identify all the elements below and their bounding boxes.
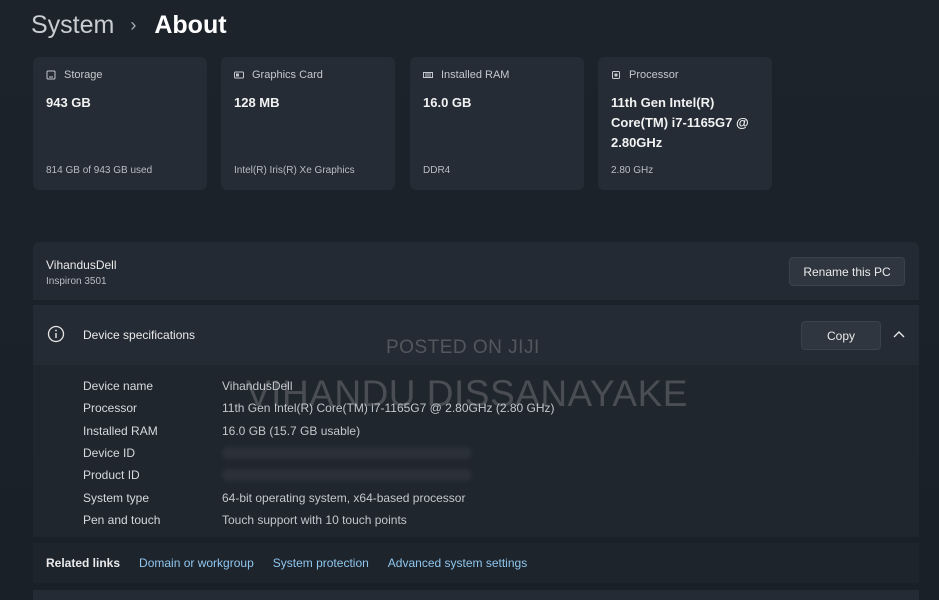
storage-card[interactable]: Storage 943 GB 814 GB of 943 GB used (33, 57, 207, 190)
domain-or-workgroup-link[interactable]: Domain or workgroup (139, 556, 254, 570)
pc-model: Inspiron 3501 (46, 276, 107, 287)
spec-row-system-type: System type 64-bit operating system, x64… (83, 486, 555, 508)
storage-icon (46, 70, 56, 80)
spec-value: Touch support with 10 touch points (222, 512, 407, 527)
card-subtext: DDR4 (423, 165, 451, 176)
rename-pc-button[interactable]: Rename this PC (789, 257, 905, 286)
next-section-edge (33, 590, 919, 600)
spec-label: Installed RAM (83, 423, 158, 438)
ram-card[interactable]: Installed RAM 16.0 GB DDR4 (410, 57, 584, 190)
ram-icon (423, 70, 433, 80)
card-value: 16.0 GB (423, 95, 472, 110)
settings-window: System › About Storage 943 GB 814 GB of … (0, 0, 939, 600)
card-header: Graphics Card (234, 69, 323, 81)
card-value: 11th Gen Intel(R) Core(TM) i7-1165G7 @ 2… (611, 95, 749, 150)
processor-card[interactable]: Processor 11th Gen Intel(R) Core(TM) i7-… (598, 57, 772, 190)
chevron-up-icon[interactable] (893, 329, 905, 339)
card-value: 943 GB (46, 95, 91, 110)
spec-row-pen-and-touch: Pen and touch Touch support with 10 touc… (83, 509, 555, 531)
spec-label: Device name (83, 379, 154, 394)
card-title: Storage (64, 69, 103, 81)
card-header: Installed RAM (423, 69, 509, 81)
pc-name: VihandusDell (46, 258, 117, 272)
graphics-card-icon (234, 70, 244, 80)
card-title: Installed RAM (441, 69, 510, 81)
copy-button[interactable]: Copy (801, 321, 881, 350)
processor-icon (611, 70, 621, 80)
system-protection-link[interactable]: System protection (273, 556, 369, 570)
related-links-label: Related links (46, 556, 121, 570)
card-header: Storage (46, 69, 103, 81)
spec-label: Processor (83, 401, 138, 416)
spec-row-installed-ram: Installed RAM 16.0 GB (15.7 GB usable) (83, 420, 555, 442)
redacted-value (222, 469, 472, 482)
spec-label: Pen and touch (83, 512, 161, 527)
related-links-bar: Related links Domain or workgroup System… (33, 543, 919, 583)
breadcrumb-system[interactable]: System (31, 11, 114, 40)
card-header: Processor (611, 69, 679, 81)
card-subtext: 2.80 GHz (611, 165, 654, 176)
graphics-card[interactable]: Graphics Card 128 MB Intel(R) Iris(R) Xe… (221, 57, 395, 190)
card-title: Graphics Card (252, 69, 323, 81)
spec-value: 16.0 GB (15.7 GB usable) (222, 423, 361, 438)
spec-label: System type (83, 490, 150, 505)
card-subtext: Intel(R) Iris(R) Xe Graphics (234, 165, 355, 176)
card-subtext: 814 GB of 943 GB used (46, 165, 153, 176)
spec-row-product-id: Product ID (83, 464, 555, 486)
spec-label: Device ID (83, 446, 136, 461)
advanced-system-settings-link[interactable]: Advanced system settings (388, 556, 527, 570)
device-specifications-title: Device specifications (83, 328, 196, 342)
chevron-right-icon: › (130, 14, 137, 35)
spec-label: Product ID (83, 468, 140, 483)
info-icon (47, 325, 65, 343)
watermark-line-1: POSTED ON JIJI (386, 337, 540, 358)
redacted-value (222, 447, 472, 460)
pc-name-row: VihandusDell Inspiron 3501 Rename this P… (33, 242, 919, 300)
breadcrumb: System › About (31, 8, 227, 42)
watermark-line-2: VIHANDU DISSANAYAKE (246, 373, 688, 414)
spec-row-device-id: Device ID (83, 442, 555, 464)
page-title: About (154, 10, 227, 39)
card-title: Processor (629, 69, 679, 81)
spec-value: 64-bit operating system, x64-based proce… (222, 490, 466, 505)
card-value: 128 MB (234, 95, 280, 110)
